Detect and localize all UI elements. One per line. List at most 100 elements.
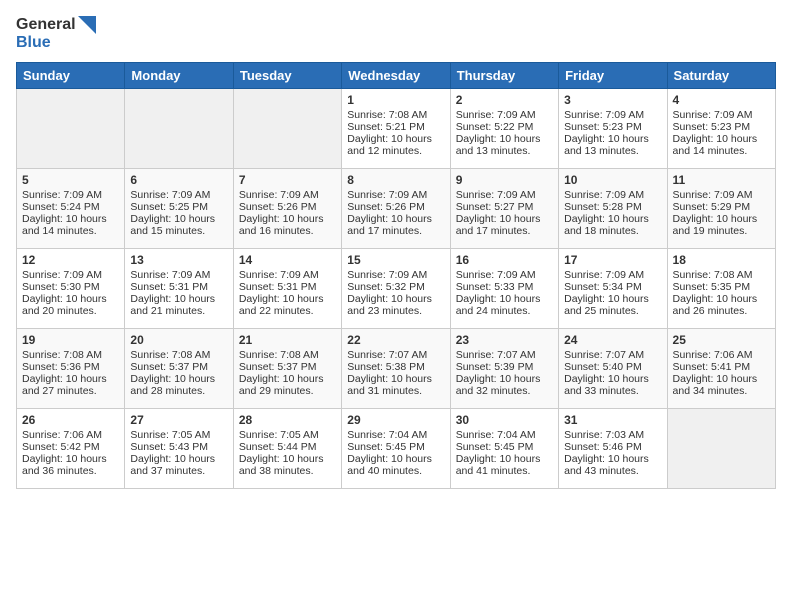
logo: General Blue: [16, 16, 96, 52]
day-info: Sunset: 5:38 PM: [347, 361, 444, 373]
calendar-cell: 3Sunrise: 7:09 AMSunset: 5:23 PMDaylight…: [559, 88, 667, 168]
day-info: Daylight: 10 hours: [239, 213, 336, 225]
day-info: Sunrise: 7:09 AM: [347, 269, 444, 281]
day-info: Daylight: 10 hours: [456, 293, 553, 305]
day-number: 17: [564, 253, 661, 267]
day-info: Daylight: 10 hours: [130, 213, 227, 225]
day-info: Daylight: 10 hours: [130, 373, 227, 385]
day-info: and 27 minutes.: [22, 385, 119, 397]
day-info: Sunset: 5:24 PM: [22, 201, 119, 213]
day-info: and 36 minutes.: [22, 465, 119, 477]
day-info: Sunset: 5:46 PM: [564, 441, 661, 453]
day-info: Sunrise: 7:09 AM: [239, 189, 336, 201]
day-info: and 24 minutes.: [456, 305, 553, 317]
day-info: Sunrise: 7:08 AM: [130, 349, 227, 361]
logo-blue: Blue: [16, 34, 51, 51]
week-row-4: 19Sunrise: 7:08 AMSunset: 5:36 PMDayligh…: [17, 328, 776, 408]
day-info: Daylight: 10 hours: [673, 133, 770, 145]
day-info: Sunrise: 7:03 AM: [564, 429, 661, 441]
day-info: Sunrise: 7:07 AM: [456, 349, 553, 361]
day-info: Sunset: 5:37 PM: [239, 361, 336, 373]
day-info: Sunset: 5:43 PM: [130, 441, 227, 453]
day-info: Daylight: 10 hours: [347, 373, 444, 385]
day-info: Sunset: 5:31 PM: [130, 281, 227, 293]
day-info: Daylight: 10 hours: [564, 213, 661, 225]
day-header-friday: Friday: [559, 62, 667, 88]
calendar-cell: 27Sunrise: 7:05 AMSunset: 5:43 PMDayligh…: [125, 408, 233, 488]
day-info: Sunset: 5:45 PM: [347, 441, 444, 453]
day-number: 15: [347, 253, 444, 267]
day-number: 22: [347, 333, 444, 347]
day-header-saturday: Saturday: [667, 62, 775, 88]
day-info: Daylight: 10 hours: [456, 213, 553, 225]
day-info: Daylight: 10 hours: [22, 293, 119, 305]
calendar-cell: 7Sunrise: 7:09 AMSunset: 5:26 PMDaylight…: [233, 168, 341, 248]
day-info: Sunset: 5:40 PM: [564, 361, 661, 373]
day-info: and 18 minutes.: [564, 225, 661, 237]
day-info: Sunrise: 7:09 AM: [456, 109, 553, 121]
day-number: 28: [239, 413, 336, 427]
calendar-cell: 4Sunrise: 7:09 AMSunset: 5:23 PMDaylight…: [667, 88, 775, 168]
day-info: Sunrise: 7:09 AM: [673, 189, 770, 201]
day-info: Sunrise: 7:04 AM: [347, 429, 444, 441]
day-info: Sunset: 5:41 PM: [673, 361, 770, 373]
day-info: and 14 minutes.: [673, 145, 770, 157]
day-info: and 17 minutes.: [347, 225, 444, 237]
week-row-3: 12Sunrise: 7:09 AMSunset: 5:30 PMDayligh…: [17, 248, 776, 328]
day-info: and 26 minutes.: [673, 305, 770, 317]
day-number: 5: [22, 173, 119, 187]
day-info: Sunrise: 7:09 AM: [564, 189, 661, 201]
day-info: Sunrise: 7:09 AM: [564, 109, 661, 121]
calendar-cell: 30Sunrise: 7:04 AMSunset: 5:45 PMDayligh…: [450, 408, 558, 488]
calendar-cell: 20Sunrise: 7:08 AMSunset: 5:37 PMDayligh…: [125, 328, 233, 408]
day-info: Sunset: 5:27 PM: [456, 201, 553, 213]
day-info: Sunset: 5:44 PM: [239, 441, 336, 453]
week-row-5: 26Sunrise: 7:06 AMSunset: 5:42 PMDayligh…: [17, 408, 776, 488]
calendar-cell: 12Sunrise: 7:09 AMSunset: 5:30 PMDayligh…: [17, 248, 125, 328]
day-info: Daylight: 10 hours: [456, 453, 553, 465]
day-number: 6: [130, 173, 227, 187]
day-info: Sunrise: 7:09 AM: [456, 269, 553, 281]
day-info: Sunset: 5:32 PM: [347, 281, 444, 293]
day-number: 27: [130, 413, 227, 427]
day-number: 18: [673, 253, 770, 267]
day-info: and 14 minutes.: [22, 225, 119, 237]
day-number: 19: [22, 333, 119, 347]
day-header-monday: Monday: [125, 62, 233, 88]
day-info: Sunset: 5:28 PM: [564, 201, 661, 213]
calendar-cell: 6Sunrise: 7:09 AMSunset: 5:25 PMDaylight…: [125, 168, 233, 248]
calendar-cell: [233, 88, 341, 168]
day-info: Sunrise: 7:09 AM: [130, 269, 227, 281]
day-number: 23: [456, 333, 553, 347]
calendar-cell: 18Sunrise: 7:08 AMSunset: 5:35 PMDayligh…: [667, 248, 775, 328]
day-info: and 21 minutes.: [130, 305, 227, 317]
calendar-cell: 10Sunrise: 7:09 AMSunset: 5:28 PMDayligh…: [559, 168, 667, 248]
day-info: Sunset: 5:33 PM: [456, 281, 553, 293]
day-info: Sunrise: 7:09 AM: [347, 189, 444, 201]
day-info: and 33 minutes.: [564, 385, 661, 397]
day-info: Daylight: 10 hours: [456, 373, 553, 385]
day-info: Sunset: 5:30 PM: [22, 281, 119, 293]
day-number: 1: [347, 93, 444, 107]
day-info: Sunrise: 7:08 AM: [239, 349, 336, 361]
calendar-cell: 11Sunrise: 7:09 AMSunset: 5:29 PMDayligh…: [667, 168, 775, 248]
calendar-cell: [17, 88, 125, 168]
day-info: Daylight: 10 hours: [673, 293, 770, 305]
day-header-tuesday: Tuesday: [233, 62, 341, 88]
day-info: Sunset: 5:31 PM: [239, 281, 336, 293]
day-info: Sunset: 5:35 PM: [673, 281, 770, 293]
day-info: and 32 minutes.: [456, 385, 553, 397]
calendar-cell: 19Sunrise: 7:08 AMSunset: 5:36 PMDayligh…: [17, 328, 125, 408]
day-number: 20: [130, 333, 227, 347]
day-info: Sunrise: 7:05 AM: [239, 429, 336, 441]
day-info: Sunrise: 7:06 AM: [22, 429, 119, 441]
calendar-cell: 14Sunrise: 7:09 AMSunset: 5:31 PMDayligh…: [233, 248, 341, 328]
day-number: 21: [239, 333, 336, 347]
day-info: Daylight: 10 hours: [456, 133, 553, 145]
logo-general: General: [16, 16, 76, 33]
day-number: 16: [456, 253, 553, 267]
calendar-cell: [667, 408, 775, 488]
calendar-cell: 26Sunrise: 7:06 AMSunset: 5:42 PMDayligh…: [17, 408, 125, 488]
day-info: and 37 minutes.: [130, 465, 227, 477]
day-info: Sunrise: 7:04 AM: [456, 429, 553, 441]
